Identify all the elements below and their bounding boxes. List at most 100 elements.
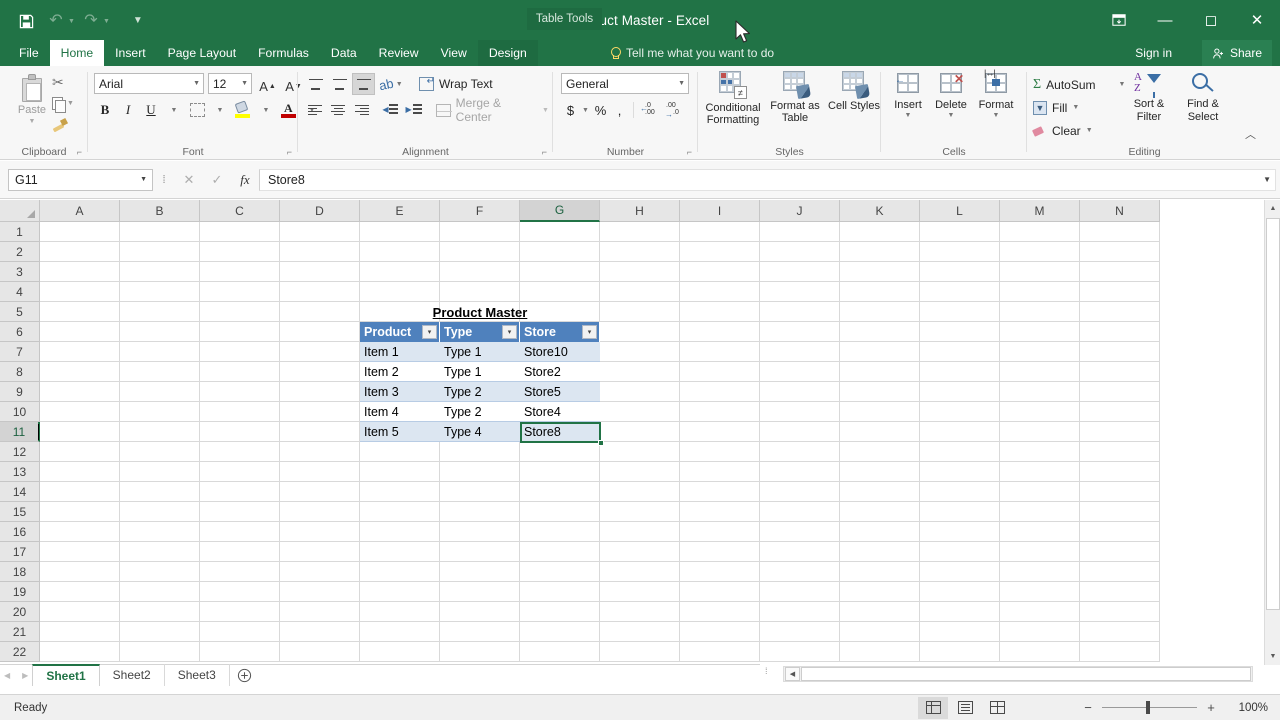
- comma-format-button[interactable]: ,: [610, 99, 629, 121]
- font-dialog-launcher[interactable]: ⌐: [287, 147, 292, 157]
- cell-A9[interactable]: [40, 382, 120, 402]
- cell-A5[interactable]: [40, 302, 120, 322]
- row-header-19[interactable]: 19: [0, 582, 40, 602]
- cell-B7[interactable]: [120, 342, 200, 362]
- cell-C20[interactable]: [200, 602, 280, 622]
- cell-N21[interactable]: [1080, 622, 1160, 642]
- cell-I11[interactable]: [680, 422, 760, 442]
- cell-F22[interactable]: [440, 642, 520, 662]
- cell-C16[interactable]: [200, 522, 280, 542]
- tab-data[interactable]: Data: [320, 40, 368, 66]
- cell-H11[interactable]: [600, 422, 680, 442]
- cell-G13[interactable]: [520, 462, 600, 482]
- cell-L8[interactable]: [920, 362, 1000, 382]
- cell-N13[interactable]: [1080, 462, 1160, 482]
- cell-J21[interactable]: [760, 622, 840, 642]
- cell-N16[interactable]: [1080, 522, 1160, 542]
- format-cells-button[interactable]: |↔| Format ▼: [973, 68, 1019, 143]
- cell-M10[interactable]: [1000, 402, 1080, 422]
- increase-decimal-button[interactable]: ← .0.00: [638, 99, 662, 121]
- row-header-14[interactable]: 14: [0, 482, 40, 502]
- autosum-button[interactable]: Σ AutoSum ▼: [1033, 74, 1125, 95]
- select-all-corner[interactable]: [0, 200, 40, 222]
- copy-dropdown-caret[interactable]: ▼: [67, 100, 74, 107]
- cell-N10[interactable]: [1080, 402, 1160, 422]
- cell-J1[interactable]: [760, 222, 840, 242]
- cell-A8[interactable]: [40, 362, 120, 382]
- cell-A21[interactable]: [40, 622, 120, 642]
- cell-I8[interactable]: [680, 362, 760, 382]
- row-header-6[interactable]: 6: [0, 322, 40, 342]
- table-cell-store-3[interactable]: Store5: [520, 382, 600, 402]
- cell-D1[interactable]: [280, 222, 360, 242]
- font-size-input[interactable]: 12 ▼: [208, 73, 252, 94]
- cell-N15[interactable]: [1080, 502, 1160, 522]
- delete-dropdown-caret[interactable]: ▼: [948, 112, 955, 119]
- cell-H22[interactable]: [600, 642, 680, 662]
- scroll-down-arrow-icon[interactable]: ▼: [1265, 648, 1280, 665]
- cell-L19[interactable]: [920, 582, 1000, 602]
- cell-M14[interactable]: [1000, 482, 1080, 502]
- column-header-c[interactable]: C: [200, 200, 280, 222]
- cell-A14[interactable]: [40, 482, 120, 502]
- normal-view-button[interactable]: [918, 696, 948, 719]
- row-header-20[interactable]: 20: [0, 602, 40, 622]
- cell-E15[interactable]: [360, 502, 440, 522]
- find-and-select-button[interactable]: Find & Select: [1177, 72, 1229, 140]
- cell-L16[interactable]: [920, 522, 1000, 542]
- table-cell-type-1[interactable]: Type 1: [440, 342, 520, 362]
- row-header-12[interactable]: 12: [0, 442, 40, 462]
- align-left-button[interactable]: [304, 99, 326, 121]
- cell-H18[interactable]: [600, 562, 680, 582]
- page-break-view-button[interactable]: [982, 697, 1012, 719]
- row-header-18[interactable]: 18: [0, 562, 40, 582]
- cell-K13[interactable]: [840, 462, 920, 482]
- cell-N7[interactable]: [1080, 342, 1160, 362]
- cell-B8[interactable]: [120, 362, 200, 382]
- table-cell-product-5[interactable]: Item 5: [360, 422, 440, 442]
- cell-D15[interactable]: [280, 502, 360, 522]
- cell-I1[interactable]: [680, 222, 760, 242]
- cell-E20[interactable]: [360, 602, 440, 622]
- align-bottom-button[interactable]: [352, 73, 375, 95]
- cell-I5[interactable]: [680, 302, 760, 322]
- cell-N11[interactable]: [1080, 422, 1160, 442]
- fill-button[interactable]: ▼ Fill ▼: [1033, 97, 1079, 118]
- cell-K19[interactable]: [840, 582, 920, 602]
- cell-H1[interactable]: [600, 222, 680, 242]
- row-header-2[interactable]: 2: [0, 242, 40, 262]
- cell-F4[interactable]: [440, 282, 520, 302]
- row-header-8[interactable]: 8: [0, 362, 40, 382]
- cut-button[interactable]: ✂: [52, 72, 86, 93]
- table-cell-product-2[interactable]: Item 2: [360, 362, 440, 382]
- cell-I9[interactable]: [680, 382, 760, 402]
- cell-H12[interactable]: [600, 442, 680, 462]
- tell-me-search[interactable]: Tell me what you want to do: [610, 40, 774, 66]
- cell-G18[interactable]: [520, 562, 600, 582]
- underline-button[interactable]: U: [140, 99, 162, 121]
- cell-K7[interactable]: [840, 342, 920, 362]
- cell-C19[interactable]: [200, 582, 280, 602]
- cell-H16[interactable]: [600, 522, 680, 542]
- cell-J4[interactable]: [760, 282, 840, 302]
- cancel-formula-button[interactable]: ✕: [175, 169, 203, 191]
- cell-L4[interactable]: [920, 282, 1000, 302]
- cell-M8[interactable]: [1000, 362, 1080, 382]
- column-header-j[interactable]: J: [760, 200, 840, 222]
- cell-L12[interactable]: [920, 442, 1000, 462]
- column-header-e[interactable]: E: [360, 200, 440, 222]
- cell-D17[interactable]: [280, 542, 360, 562]
- add-sheet-button[interactable]: [230, 664, 260, 686]
- cell-A7[interactable]: [40, 342, 120, 362]
- cell-C9[interactable]: [200, 382, 280, 402]
- cell-styles-button[interactable]: Cell Styles: [824, 71, 884, 141]
- cell-K20[interactable]: [840, 602, 920, 622]
- cell-H9[interactable]: [600, 382, 680, 402]
- cell-H5[interactable]: [600, 302, 680, 322]
- cell-B11[interactable]: [120, 422, 200, 442]
- cell-I17[interactable]: [680, 542, 760, 562]
- cell-N17[interactable]: [1080, 542, 1160, 562]
- cell-A16[interactable]: [40, 522, 120, 542]
- share-button[interactable]: Share: [1201, 40, 1272, 66]
- zoom-out-button[interactable]: −: [1081, 700, 1095, 715]
